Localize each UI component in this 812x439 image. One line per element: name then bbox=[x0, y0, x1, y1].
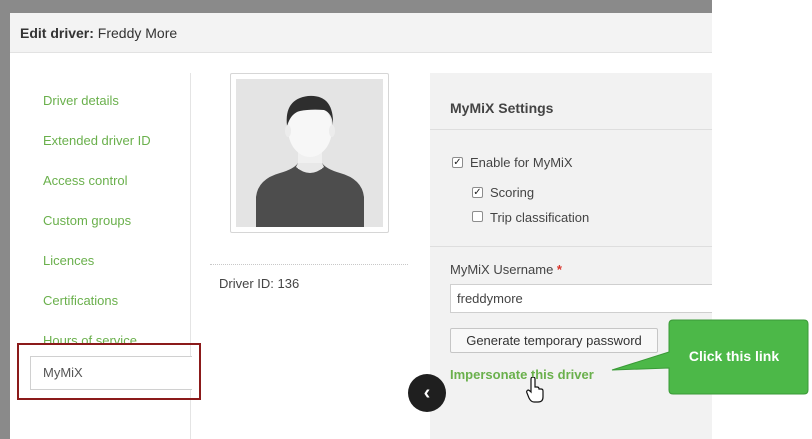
sidebar-item-driver-details[interactable]: Driver details bbox=[43, 93, 119, 108]
divider bbox=[430, 129, 712, 130]
enable-mymix-label[interactable]: Enable for MyMiX bbox=[470, 155, 573, 170]
check-icon: ✓ bbox=[453, 157, 462, 168]
modal-title-label: Edit driver: bbox=[20, 25, 94, 41]
annotation-callout-text: Click this link bbox=[688, 348, 780, 364]
hand-pointer-icon bbox=[526, 377, 544, 403]
sidebar-item-access-control[interactable]: Access control bbox=[43, 173, 128, 188]
avatar bbox=[236, 79, 383, 227]
scoring-label[interactable]: Scoring bbox=[490, 185, 534, 200]
sidebar-item-certifications[interactable]: Certifications bbox=[43, 293, 118, 308]
chevron-left-icon: ‹ bbox=[423, 382, 431, 404]
sidebar-item-mymix[interactable]: MyMiX bbox=[30, 356, 192, 390]
default-user-avatar-icon bbox=[256, 95, 364, 227]
driver-id-text: Driver ID: 136 bbox=[219, 276, 300, 291]
sidebar-item-custom-groups[interactable]: Custom groups bbox=[43, 213, 131, 228]
check-icon: ✓ bbox=[473, 187, 482, 198]
enable-mymix-checkbox[interactable]: ✓ bbox=[452, 157, 463, 168]
required-marker: * bbox=[556, 262, 562, 277]
sidebar-nav: Driver details Extended driver ID Access… bbox=[10, 73, 192, 439]
trip-classification-checkbox[interactable] bbox=[472, 211, 483, 222]
modal-header: Edit driver: Freddy More bbox=[10, 13, 712, 53]
username-input[interactable] bbox=[450, 284, 712, 313]
backdrop-overlay-top bbox=[0, 0, 712, 13]
trip-classification-label[interactable]: Trip classification bbox=[490, 210, 589, 225]
panel-title: MyMiX Settings bbox=[450, 100, 554, 116]
backdrop-overlay bbox=[0, 0, 10, 439]
driver-photo-frame[interactable] bbox=[230, 73, 389, 233]
divider bbox=[430, 246, 712, 247]
sidebar-item-licences[interactable]: Licences bbox=[43, 253, 94, 268]
impersonate-driver-link[interactable]: Impersonate this driver bbox=[450, 367, 594, 382]
scoring-checkbox[interactable]: ✓ bbox=[472, 187, 483, 198]
sidebar-item-extended-driver-id[interactable]: Extended driver ID bbox=[43, 133, 151, 148]
divider bbox=[210, 264, 408, 265]
username-label-text: MyMiX Username bbox=[450, 262, 554, 277]
modal-title-driver-name: Freddy More bbox=[97, 25, 178, 41]
collapse-panel-button[interactable]: ‹ bbox=[408, 374, 446, 412]
username-label: MyMiX Username * bbox=[450, 262, 562, 277]
sidebar-item-hours-of-service[interactable]: Hours of service bbox=[43, 333, 137, 348]
